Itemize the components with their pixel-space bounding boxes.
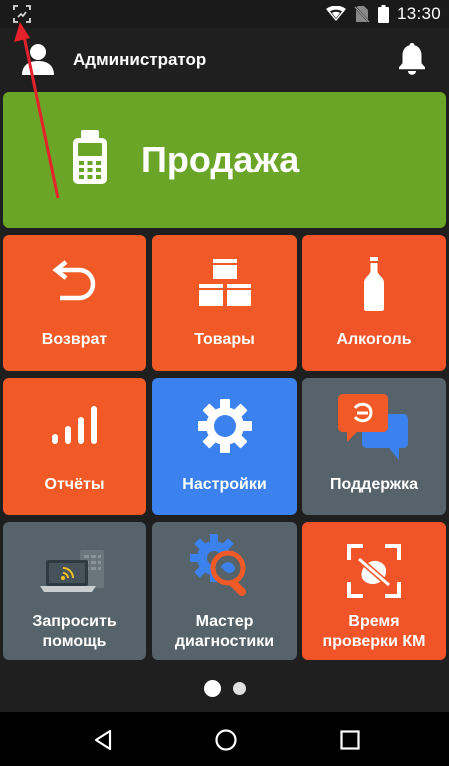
bar-chart-icon: [51, 406, 97, 444]
sale-label: Продажа: [141, 139, 300, 180]
request-help-tile[interactable]: Запросить помощь: [3, 522, 146, 660]
boxes-icon: [198, 259, 251, 306]
bottle-icon: [364, 257, 384, 311]
page-dot-active[interactable]: [203, 680, 221, 697]
reports-label: Отчёты: [44, 476, 105, 493]
pos-terminal-icon: [73, 130, 107, 184]
chat-bubbles-icon: [338, 394, 408, 460]
support-tile[interactable]: Поддержка: [302, 378, 446, 515]
reports-tile[interactable]: Отчёты: [3, 378, 146, 515]
request-help-label: Запросить помощь: [32, 613, 117, 650]
settings-label: Настройки: [182, 476, 267, 493]
no-sim-icon: [354, 6, 370, 23]
system-nav-bar: [0, 712, 449, 766]
bell-icon[interactable]: [397, 41, 427, 75]
clock: 13:30: [396, 4, 441, 23]
goods-label: Товары: [194, 331, 255, 348]
laptop-remote-icon: [39, 550, 104, 592]
diagnostics-label: Мастер диагностики: [174, 613, 275, 650]
wifi-icon: [325, 6, 346, 21]
page-indicator: [0, 680, 449, 697]
return-label: Возврат: [41, 331, 108, 348]
sale-tile[interactable]: Продажа: [3, 92, 446, 228]
screenshot-icon: [13, 5, 31, 23]
gear-icon: [197, 399, 252, 453]
status-bar: 13:30: [0, 0, 449, 28]
battery-icon: [377, 5, 389, 23]
km-check-time-label: Время проверки КМ: [322, 613, 426, 650]
km-check-time-tile[interactable]: Время проверки КМ: [302, 522, 446, 660]
settings-tile[interactable]: Настройки: [152, 378, 297, 515]
alcohol-label: Алкоголь: [336, 331, 412, 348]
undo-arrow-icon: [51, 260, 95, 301]
user-name[interactable]: Администратор: [73, 50, 206, 70]
gear-magnifier-icon: [189, 534, 246, 596]
home-icon[interactable]: [214, 728, 238, 752]
support-label: Поддержка: [329, 476, 419, 493]
avatar-icon[interactable]: [20, 41, 56, 77]
goods-tile[interactable]: Товары: [152, 235, 297, 371]
back-icon[interactable]: [91, 728, 115, 752]
recents-icon[interactable]: [338, 728, 362, 752]
app-header: Администратор: [0, 28, 449, 90]
alcohol-tile[interactable]: Алкоголь: [302, 235, 446, 371]
diagnostics-tile[interactable]: Мастер диагностики: [152, 522, 297, 660]
return-tile[interactable]: Возврат: [3, 235, 146, 371]
scan-frame-icon: [347, 544, 401, 598]
page-dot[interactable]: [232, 682, 246, 695]
